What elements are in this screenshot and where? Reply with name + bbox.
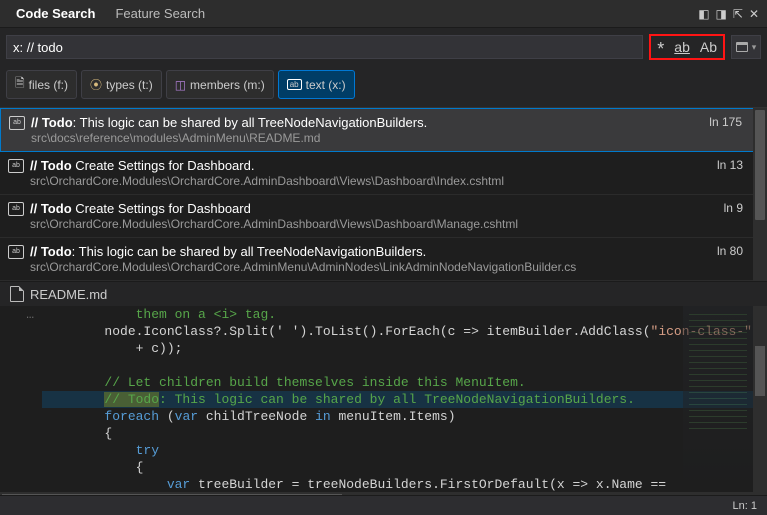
filter-members[interactable]: ◫ members (m:): [166, 70, 274, 99]
tab-feature-search[interactable]: Feature Search: [105, 2, 215, 25]
status-bar: Ln: 1: [0, 495, 767, 515]
view-mode-dropdown[interactable]: [731, 35, 761, 59]
match-case-toggle[interactable]: Ab: [698, 39, 719, 55]
filter-label: text (x:): [306, 78, 346, 92]
search-box[interactable]: [6, 35, 643, 59]
dock-right-icon[interactable]: ◨: [716, 7, 727, 21]
result-line-number: ln 175: [709, 115, 742, 129]
result-line-number: ln 13: [717, 158, 743, 172]
code-vertical-scrollbar[interactable]: [753, 306, 767, 506]
filter-text[interactable]: ab text (x:): [278, 70, 355, 99]
text-result-icon: ab: [8, 202, 24, 216]
tab-code-search[interactable]: Code Search: [6, 2, 105, 25]
result-title: // Todo Create Settings for Dashboard: [30, 201, 737, 216]
result-title: // Todo: This logic can be shared by all…: [31, 115, 736, 130]
tab-bar: Code Search Feature Search ◧ ◨ ⇱ ✕: [0, 0, 767, 28]
result-path: src\docs\reference\modules\AdminMenu\REA…: [31, 131, 736, 145]
file-icon: 🗎: [15, 74, 25, 95]
result-title: // Todo: This logic can be shared by all…: [30, 244, 737, 259]
wildcard-toggle[interactable]: *: [655, 42, 666, 56]
result-path: src\OrchardCore.Modules\OrchardCore.Admi…: [30, 260, 737, 274]
filter-label: types (t:): [106, 78, 153, 92]
cursor-position: Ln: 1: [733, 500, 757, 512]
result-row[interactable]: ab // Todo Create Settings for Dashboards…: [0, 195, 767, 238]
result-row[interactable]: ab // Todo Create Settings for Dashboard.…: [0, 152, 767, 195]
close-icon[interactable]: ✕: [749, 7, 759, 21]
search-input[interactable]: [13, 40, 636, 55]
file-icon: [10, 286, 24, 302]
types-icon: ⦿: [90, 76, 102, 93]
search-row: * ab Ab: [0, 28, 767, 66]
preview-file-header: README.md: [0, 281, 767, 306]
preview-filename: README.md: [30, 287, 107, 302]
text-result-icon: ab: [8, 245, 24, 259]
text-icon: ab: [287, 79, 302, 90]
filter-files[interactable]: 🗎 files (f:): [6, 70, 77, 99]
results-list: ab // Todo: This logic can be shared by a…: [0, 107, 767, 281]
pin-icon[interactable]: ⇱: [733, 7, 743, 21]
result-row[interactable]: ab // Todo: This logic can be shared by a…: [0, 238, 767, 281]
result-row[interactable]: ab // Todo: This logic can be shared by a…: [0, 108, 767, 152]
result-path: src\OrchardCore.Modules\OrchardCore.Admi…: [30, 217, 737, 231]
line-gutter: …: [0, 306, 42, 506]
filter-types[interactable]: ⦿ types (t:): [81, 70, 162, 99]
text-result-icon: ab: [8, 159, 24, 173]
members-icon: ◫: [175, 78, 186, 92]
code-lines: them on a <i> tag. node.IconClass?.Split…: [42, 306, 767, 506]
filter-label: files (f:): [29, 78, 68, 92]
dock-left-icon[interactable]: ◧: [698, 7, 709, 21]
minimap[interactable]: [683, 306, 753, 506]
search-options-highlight: * ab Ab: [649, 34, 725, 60]
text-result-icon: ab: [9, 116, 25, 130]
filter-row: 🗎 files (f:) ⦿ types (t:) ◫ members (m:)…: [0, 66, 767, 107]
filter-label: members (m:): [190, 78, 265, 92]
result-path: src\OrchardCore.Modules\OrchardCore.Admi…: [30, 174, 737, 188]
match-whole-word-toggle[interactable]: ab: [672, 39, 692, 55]
result-title: // Todo Create Settings for Dashboard.: [30, 158, 737, 173]
code-preview[interactable]: … them on a <i> tag. node.IconClass?.Spl…: [0, 306, 767, 506]
result-line-number: ln 80: [717, 244, 743, 258]
result-line-number: ln 9: [724, 201, 743, 215]
results-scrollbar[interactable]: [753, 108, 767, 281]
